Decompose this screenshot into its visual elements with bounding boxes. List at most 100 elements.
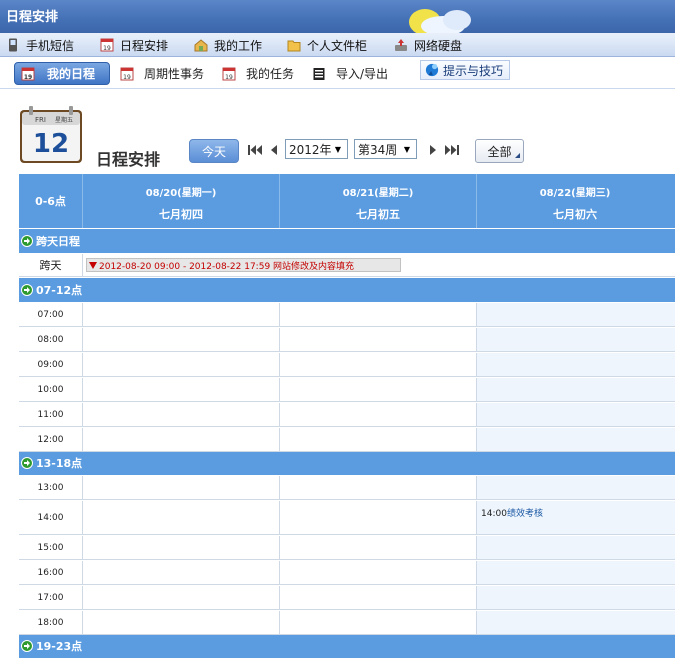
section-evening[interactable]: 19-23点 bbox=[19, 634, 675, 658]
day-header[interactable]: 08/22(星期三) 七月初六 bbox=[476, 174, 673, 228]
time-slot-cell[interactable] bbox=[82, 611, 279, 634]
menu-item-network-disk[interactable]: 网络硬盘 bbox=[394, 36, 462, 54]
time-slot-cell[interactable] bbox=[82, 303, 279, 326]
time-slot-cell[interactable] bbox=[279, 428, 476, 451]
menu-label: 手机短信 bbox=[26, 38, 75, 53]
section-afternoon[interactable]: 13-18点 bbox=[19, 451, 675, 475]
weather-decoration-icon bbox=[409, 9, 471, 33]
time-slot-cell[interactable] bbox=[476, 586, 675, 609]
hour-label: 12:00 bbox=[37, 434, 64, 445]
time-slot-cell[interactable] bbox=[476, 428, 675, 451]
week-select[interactable]: 第34周 ▼ bbox=[354, 139, 417, 159]
calendar-icon: 19 bbox=[21, 67, 35, 81]
cross-day-event[interactable]: 2012-08-20 09:00 - 2012-08-22 17:59 网站修改… bbox=[86, 258, 401, 272]
section-morning[interactable]: 07-12点 bbox=[19, 278, 675, 302]
time-slot-cell[interactable] bbox=[82, 378, 279, 401]
time-slot-cell[interactable] bbox=[279, 353, 476, 376]
day-header[interactable]: 08/20(星期一) 七月初四 bbox=[82, 174, 279, 228]
tab-my-schedule[interactable]: 19 我的日程 bbox=[14, 62, 110, 85]
disk-icon bbox=[394, 38, 408, 52]
hour-label: 15:00 bbox=[37, 542, 64, 553]
first-week-icon[interactable] bbox=[247, 142, 263, 158]
corner-label[interactable]: 0-6点 bbox=[19, 174, 82, 228]
day-date: 08/21(星期二) bbox=[342, 188, 414, 199]
time-slot-cell[interactable] bbox=[279, 536, 476, 559]
menu-item-file-cabinet[interactable]: 个人文件柜 bbox=[287, 36, 367, 54]
menu-item-sms[interactable]: 手机短信 bbox=[6, 36, 74, 54]
event-time: 14:00 bbox=[481, 509, 507, 519]
time-slot-cell[interactable] bbox=[476, 611, 675, 634]
work-icon bbox=[194, 38, 208, 52]
next-week-icon[interactable] bbox=[425, 142, 441, 158]
time-slot-cell[interactable] bbox=[82, 586, 279, 609]
time-slot-cell[interactable] bbox=[476, 328, 675, 351]
event-link[interactable]: 14:00绩效考核 bbox=[481, 506, 543, 519]
time-slot-cell[interactable] bbox=[279, 561, 476, 584]
hour-row: 09:00 bbox=[19, 353, 675, 377]
filter-all-button[interactable]: 全部 bbox=[475, 139, 524, 163]
hour-label: 18:00 bbox=[37, 617, 64, 628]
time-slot-cell[interactable] bbox=[279, 328, 476, 351]
tab-import-export[interactable]: 导入/导出 bbox=[308, 62, 388, 85]
time-slot-cell[interactable] bbox=[279, 403, 476, 426]
day-lunar: 七月初六 bbox=[553, 208, 597, 221]
page-title: 日程安排 bbox=[96, 150, 161, 169]
today-button[interactable]: 今天 bbox=[189, 139, 239, 163]
menu-label: 个人文件柜 bbox=[307, 38, 368, 53]
hour-label: 09:00 bbox=[37, 359, 64, 370]
time-slot-cell[interactable] bbox=[82, 536, 279, 559]
tips-button[interactable]: 提示与技巧 bbox=[420, 60, 511, 80]
hour-label: 08:00 bbox=[37, 334, 64, 345]
svg-text:19: 19 bbox=[103, 45, 111, 52]
hour-label: 13:00 bbox=[37, 482, 64, 493]
hour-label: 16:00 bbox=[37, 567, 64, 578]
time-slot-cell[interactable] bbox=[279, 611, 476, 634]
time-slot-cell[interactable] bbox=[279, 586, 476, 609]
previous-week-icon[interactable] bbox=[266, 142, 282, 158]
time-slot-cell[interactable] bbox=[82, 501, 279, 534]
time-slot-cell[interactable] bbox=[476, 353, 675, 376]
last-week-icon[interactable] bbox=[444, 142, 460, 158]
main-menu: 手机短信 19 日程安排 我的工作 个人文件柜 网络硬盘 bbox=[0, 33, 675, 57]
section-cross-day[interactable]: 跨天日程 bbox=[19, 229, 675, 253]
hour-label: 07:00 bbox=[37, 309, 64, 320]
day-header[interactable]: 08/21(星期二) 七月初五 bbox=[279, 174, 476, 228]
hour-label: 14:00 bbox=[37, 512, 64, 523]
calendar-icon: 19 bbox=[222, 67, 236, 81]
time-slot-cell[interactable] bbox=[82, 353, 279, 376]
time-slot-cell[interactable] bbox=[82, 561, 279, 584]
day-lunar: 七月初五 bbox=[356, 208, 400, 221]
tab-my-tasks[interactable]: 19 我的任务 bbox=[218, 62, 294, 85]
time-slot-cell[interactable] bbox=[476, 561, 675, 584]
menu-item-work[interactable]: 我的工作 bbox=[194, 36, 262, 54]
year-value: 2012年 bbox=[289, 142, 332, 157]
time-slot-cell[interactable] bbox=[82, 328, 279, 351]
svg-text:19: 19 bbox=[225, 74, 233, 81]
calendar-icon: 19 bbox=[120, 67, 134, 81]
menu-item-schedule[interactable]: 19 日程安排 bbox=[100, 36, 168, 54]
menu-label: 网络硬盘 bbox=[414, 38, 463, 53]
time-slot-cell[interactable] bbox=[279, 378, 476, 401]
year-select[interactable]: 2012年 ▼ bbox=[285, 139, 348, 159]
time-slot-cell[interactable] bbox=[82, 476, 279, 499]
time-slot-cell[interactable] bbox=[476, 403, 675, 426]
time-slot-cell[interactable] bbox=[476, 303, 675, 326]
phone-icon bbox=[6, 38, 20, 52]
big-calendar-icon: FRI 星期五 12 bbox=[20, 106, 82, 163]
arrow-right-icon bbox=[21, 235, 33, 247]
time-slot-cell[interactable]: 14:00绩效考核 bbox=[476, 501, 675, 534]
time-slot-cell[interactable] bbox=[476, 476, 675, 499]
time-slot-cell[interactable] bbox=[279, 303, 476, 326]
time-slot-cell[interactable] bbox=[82, 428, 279, 451]
time-slot-cell[interactable] bbox=[279, 476, 476, 499]
cross-day-row: 跨天 2012-08-20 09:00 - 2012-08-22 17:59 网… bbox=[19, 254, 675, 277]
arrow-right-icon bbox=[21, 640, 33, 652]
tab-recurring[interactable]: 19 周期性事务 bbox=[116, 62, 204, 85]
time-slot-cell[interactable] bbox=[476, 536, 675, 559]
time-slot-cell[interactable] bbox=[279, 501, 476, 534]
time-slot-cell[interactable] bbox=[82, 403, 279, 426]
document-icon bbox=[312, 67, 326, 81]
time-slot-cell[interactable] bbox=[476, 378, 675, 401]
svg-text:19: 19 bbox=[123, 74, 131, 81]
event-title: 绩效考核 bbox=[506, 509, 543, 519]
